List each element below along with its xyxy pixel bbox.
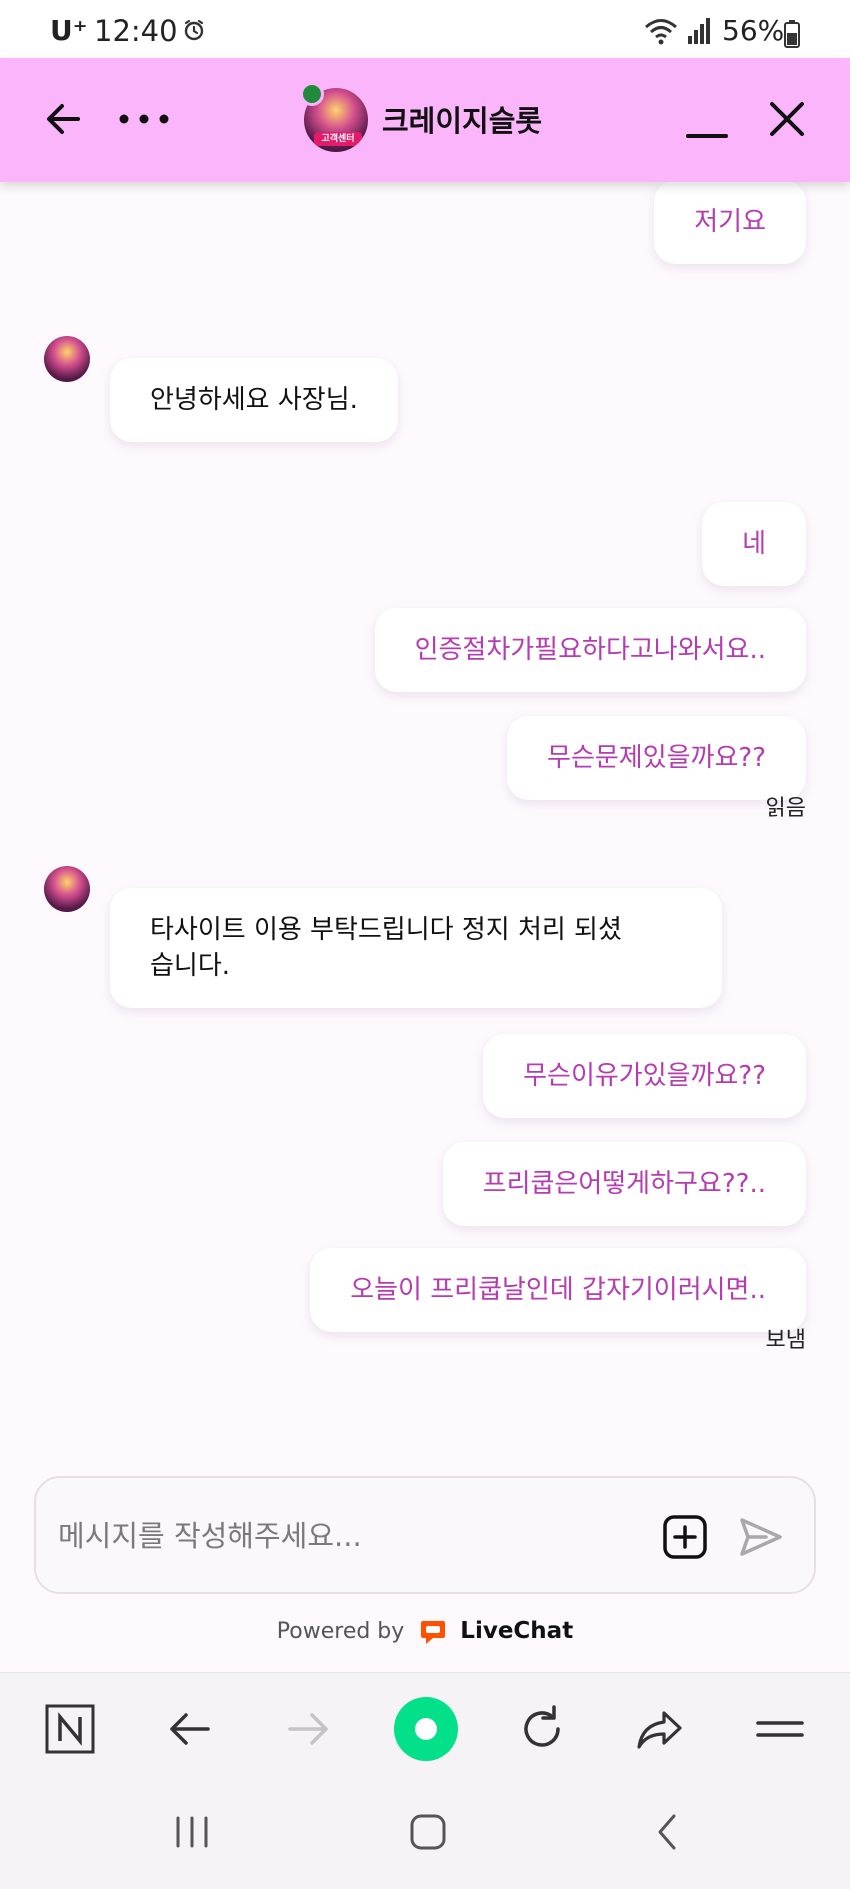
status-time: 12:40 (94, 14, 178, 48)
menu-icon[interactable] (754, 1703, 806, 1755)
browser-back-icon[interactable] (164, 1703, 216, 1755)
message-text-line: 습니다. (150, 951, 231, 981)
message-text: 오늘이 프리쿱날인데 갑자기이러시면.. (350, 1275, 766, 1305)
share-icon[interactable] (634, 1703, 686, 1755)
signal-icon (688, 18, 710, 44)
message-text: 안녕하세요 사장님. (150, 385, 358, 415)
message-text: 프리쿱은어떻게하구요??.. (482, 1169, 766, 1199)
agent-message-avatar (44, 866, 90, 912)
attach-plus-icon[interactable] (662, 1514, 708, 1560)
browser-toolbar (0, 1672, 850, 1784)
sent-status: 보냄 (765, 1328, 806, 1353)
battery-percent: 56% (722, 14, 785, 47)
read-status: 읽음 (765, 796, 806, 821)
livechat-logo-icon (421, 1621, 446, 1644)
alarm-icon (184, 19, 204, 41)
more-dots-icon[interactable] (116, 96, 172, 142)
wifi-icon (645, 19, 677, 45)
battery-icon (784, 20, 800, 48)
powered-by-text: Powered by (276, 1619, 405, 1644)
refresh-icon[interactable] (516, 1703, 568, 1755)
message-bubble-outgoing: 프리쿱은어떻게하구요??.. (442, 1142, 806, 1226)
message-composer (34, 1476, 816, 1594)
message-text: 저기요 (694, 207, 766, 237)
message-bubble-incoming: 타사이트 이용 부탁드립니다 정지 처리 되셨 습니다. (110, 888, 722, 1008)
message-text: 인증절차가필요하다고나와서요.. (414, 635, 766, 665)
home-circle-icon[interactable] (392, 1695, 460, 1763)
message-text: 네 (742, 529, 766, 559)
message-text-line: 타사이트 이용 부탁드립니다 정지 처리 되셨 (150, 915, 622, 945)
system-back-icon[interactable] (646, 1810, 690, 1854)
message-bubble-outgoing: 무슨이유가있을까요?? (483, 1034, 806, 1118)
recents-icon[interactable] (170, 1810, 214, 1854)
carrier-label: U⁺ (50, 14, 88, 47)
message-list: 저기요 안녕하세요 사장님. 네 인증절차가필요하다고나와서요.. 무슨문제있을… (0, 180, 850, 1472)
livechat-brand[interactable]: LiveChat (460, 1618, 573, 1644)
message-bubble-outgoing: 저기요 (654, 180, 806, 264)
status-bar: U⁺ 12:40 56% (0, 0, 850, 58)
message-bubble-incoming: 안녕하세요 사장님. (110, 358, 398, 442)
home-icon[interactable] (406, 1810, 450, 1854)
chat-title: 크레이지슬롯 (382, 104, 543, 138)
system-nav-bar (0, 1784, 850, 1889)
powered-by-footer: Powered by LiveChat (0, 1618, 850, 1646)
message-bubble-outgoing: 오늘이 프리쿱날인데 갑자기이러시면.. (310, 1248, 806, 1332)
message-text: 무슨문제있을까요?? (547, 743, 766, 773)
close-icon[interactable] (764, 96, 810, 142)
browser-forward-icon[interactable] (282, 1703, 334, 1755)
back-arrow-icon[interactable] (40, 96, 86, 142)
message-bubble-outgoing: 네 (702, 502, 806, 586)
message-text: 무슨이유가있을까요?? (523, 1061, 766, 1091)
send-icon[interactable] (736, 1512, 786, 1562)
avatar-label: 고객센터 (314, 132, 362, 146)
online-status-dot (300, 82, 324, 106)
message-bubble-outgoing: 인증절차가필요하다고나와서요.. (374, 608, 806, 692)
message-input[interactable] (58, 1514, 658, 1558)
message-bubble-outgoing: 무슨문제있을까요?? (507, 716, 806, 800)
minimize-icon[interactable] (684, 96, 730, 142)
naver-n-icon[interactable] (44, 1703, 96, 1755)
agent-message-avatar (44, 336, 90, 382)
chat-header: 고객센터 크레이지슬롯 (0, 58, 850, 182)
